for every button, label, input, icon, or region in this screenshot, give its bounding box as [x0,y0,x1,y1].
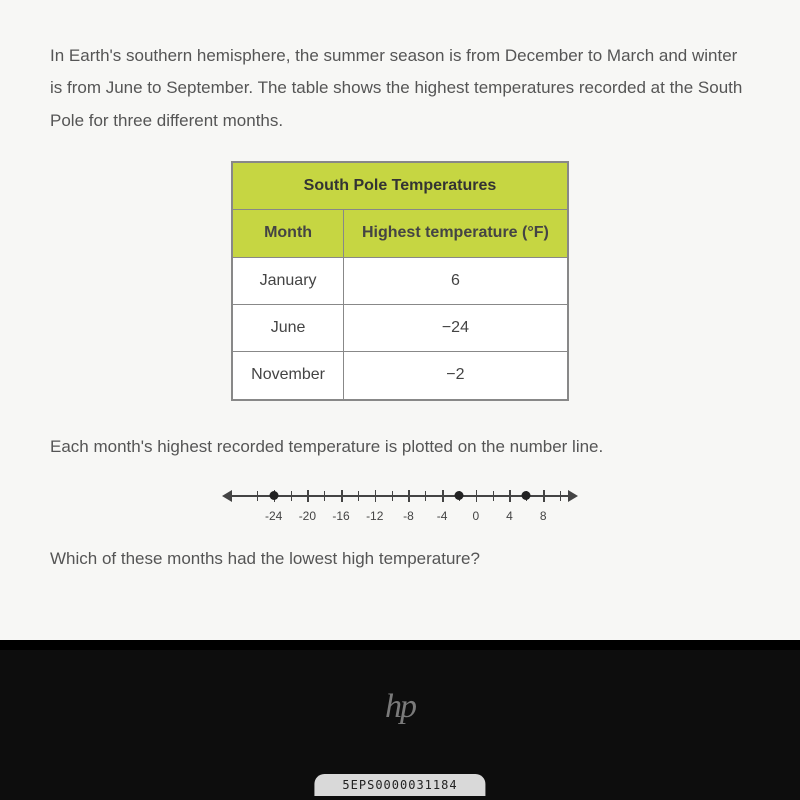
tick [257,491,258,501]
col-header-month: Month [232,210,343,257]
tick-label: -20 [299,505,316,528]
tick [324,491,325,501]
tick [291,491,292,501]
table-row: January 6 [232,257,568,304]
arrow-left-icon [222,490,232,502]
cell-month: January [232,257,343,304]
worksheet-screen: In Earth's southern hemisphere, the summ… [0,0,800,640]
data-point [454,491,463,500]
cell-temp: 6 [343,257,567,304]
cell-temp: −2 [343,352,567,400]
plot-paragraph: Each month's highest recorded temperatur… [50,431,750,463]
asset-tag: 5EPS0000031184 [314,774,485,796]
tick-label: 4 [506,505,513,528]
table-row: November −2 [232,352,568,400]
tick-label: -4 [437,505,448,528]
tick [341,490,343,502]
tick [358,491,359,501]
tick [509,490,511,502]
tick-label: 8 [540,505,547,528]
cell-temp: −24 [343,305,567,352]
data-point [269,491,278,500]
tick [442,490,444,502]
tick-label: -8 [403,505,414,528]
arrow-right-icon [568,490,578,502]
tick [543,490,545,502]
number-line: -24 -20 -16 -12 -8 -4 0 4 8 [220,481,580,529]
data-point [522,491,531,500]
cell-month: November [232,352,343,400]
tick-label: -16 [332,505,349,528]
cell-month: June [232,305,343,352]
axis-line [232,495,568,497]
intro-paragraph: In Earth's southern hemisphere, the summ… [50,40,750,137]
temperature-table: South Pole Temperatures Month Highest te… [231,161,569,401]
tick-label: -24 [265,505,282,528]
table-title: South Pole Temperatures [232,162,568,210]
hp-logo: hp [385,688,415,726]
col-header-temp: Highest temperature (°F) [343,210,567,257]
question-paragraph: Which of these months had the lowest hig… [50,543,750,575]
tick [493,491,494,501]
tick [476,490,478,502]
laptop-bezel: hp 5EPS0000031184 [0,640,800,800]
tick [560,491,561,501]
tick [307,490,309,502]
tick [425,491,426,501]
tick-label: 0 [472,505,479,528]
tick [392,491,393,501]
tick-label: -12 [366,505,383,528]
tick [408,490,410,502]
tick [375,490,377,502]
table-row: June −24 [232,305,568,352]
